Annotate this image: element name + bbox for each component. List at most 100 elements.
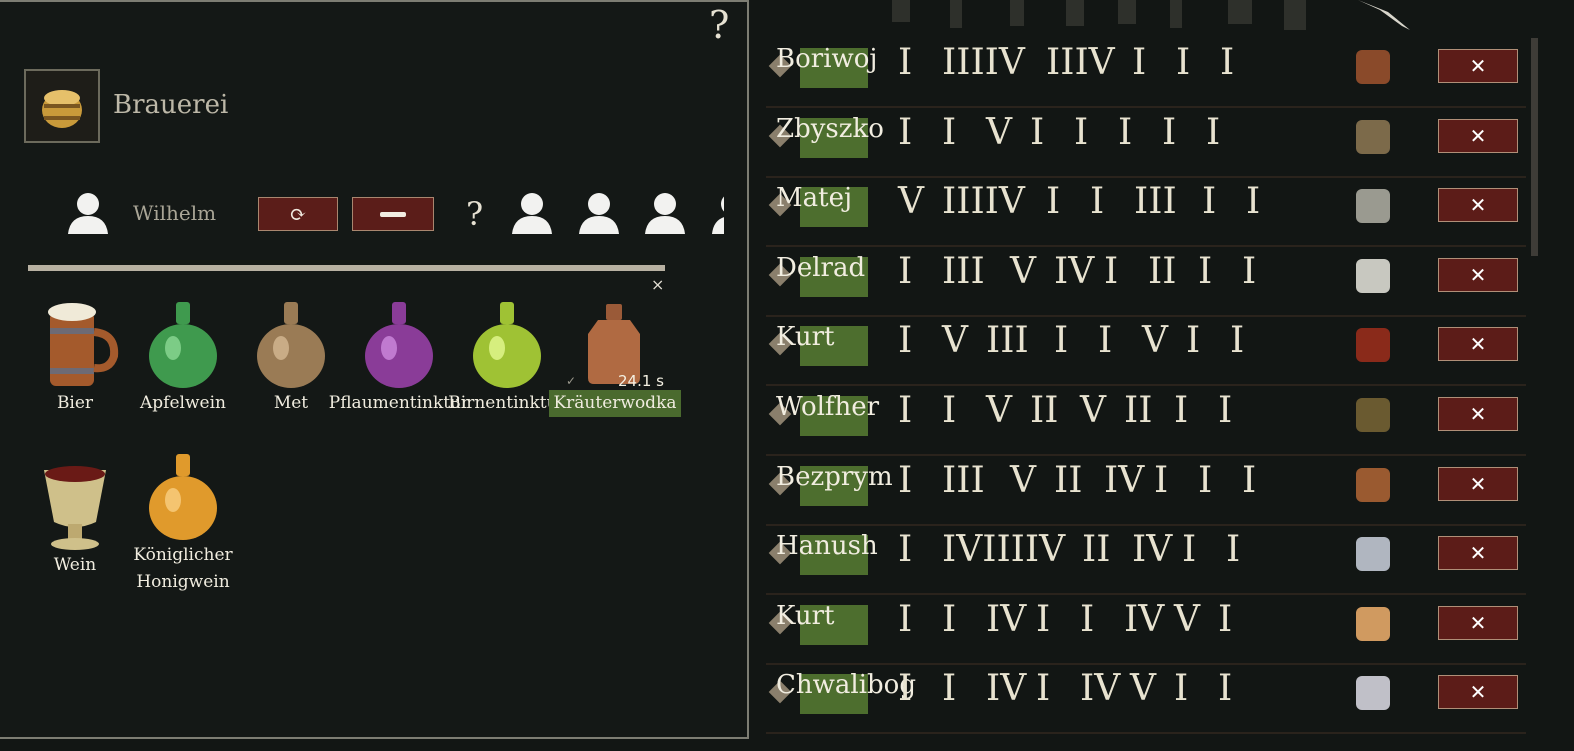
skill-level: III <box>986 320 1029 362</box>
skill-level: I <box>898 598 913 640</box>
cleaver-icon <box>1356 537 1390 572</box>
minus-icon <box>380 211 406 217</box>
worker-row[interactable]: Bezprym I III V II IV I I I ✕ <box>766 454 1526 526</box>
worker-avatar[interactable] <box>64 190 112 238</box>
skill-level: I <box>1242 250 1257 292</box>
skill-level: I <box>898 529 913 571</box>
empty-worker-slot[interactable] <box>708 190 724 238</box>
worker-row[interactable]: Delrad I III V IV I II I I ✕ <box>766 245 1526 317</box>
empty-worker-slot[interactable] <box>508 190 556 238</box>
rooster-icon <box>1356 328 1390 363</box>
dismiss-worker-button[interactable]: ✕ <box>1438 49 1518 83</box>
shield-icon <box>1356 189 1390 224</box>
green-jug-icon <box>149 302 217 388</box>
sickle-icon <box>1356 258 1390 293</box>
worker-row[interactable]: Kurt I V III I I V I I ✕ <box>766 314 1526 387</box>
close-icon[interactable]: × <box>651 275 664 294</box>
dismiss-worker-button[interactable]: ✕ <box>1438 675 1518 710</box>
skill-level: I <box>1074 111 1089 153</box>
dismiss-worker-button[interactable]: ✕ <box>1438 536 1518 571</box>
worker-name: Hanush <box>776 531 878 562</box>
scrollbar[interactable] <box>1531 38 1538 256</box>
skill-level: V <box>898 181 924 223</box>
brown-jug-icon <box>257 302 325 388</box>
production-timer: 24.1 s <box>618 372 664 390</box>
worker-help-button[interactable]: ? <box>466 198 483 230</box>
leather-icon <box>1356 467 1390 502</box>
skill-level: III <box>1134 181 1177 223</box>
deer-icon <box>1356 398 1390 432</box>
building-title: Brauerei <box>113 90 229 120</box>
dismiss-worker-button[interactable]: ✕ <box>1438 466 1518 501</box>
skill-level: I <box>1220 42 1235 83</box>
dismiss-worker-button[interactable]: ✕ <box>1438 257 1518 292</box>
brewery-icon <box>24 69 100 143</box>
skill-level: V <box>1080 390 1106 431</box>
worker-row[interactable]: Matej V IIIIV I I III I I ✕ <box>766 175 1526 248</box>
empty-worker-slot[interactable] <box>641 190 689 238</box>
worker-name: Chwalibog <box>776 670 916 701</box>
skill-level: IIIV <box>1046 42 1115 83</box>
skill-level: I <box>898 111 913 153</box>
skill-level: I <box>1206 111 1221 153</box>
dismiss-worker-button[interactable]: ✕ <box>1438 188 1518 223</box>
wine-cup-icon <box>44 466 106 550</box>
baker-icon <box>1356 606 1390 641</box>
help-button[interactable]: ? <box>709 6 729 44</box>
skill-level: IV <box>1124 598 1165 640</box>
skill-level: I <box>1198 459 1213 501</box>
skill-level: I <box>1246 181 1261 223</box>
skill-level: I <box>942 111 957 153</box>
skill-level: I <box>898 668 913 710</box>
worker-row[interactable]: Hanush I IVIIIIV II IV I I ✕ <box>766 523 1526 596</box>
skill-level: I <box>1090 181 1105 223</box>
dismiss-worker-button[interactable]: ✕ <box>1438 327 1518 362</box>
worker-name: Wilhelm <box>133 201 217 225</box>
skill-level: I <box>1174 668 1189 710</box>
skill-level: I <box>1218 390 1233 431</box>
worker-row[interactable]: Zbyszko I I V I I I I I ✕ <box>766 106 1526 178</box>
skill-level: I <box>1098 320 1113 362</box>
worker-name: Kurt <box>776 600 835 631</box>
skill-level: I <box>1186 320 1201 362</box>
skill-level: I <box>1046 181 1061 223</box>
worker-row[interactable]: Kurt I I IV I I IV V I ✕ <box>766 593 1526 665</box>
skill-level: II <box>1030 390 1059 431</box>
remove-worker-button[interactable] <box>352 197 434 231</box>
skill-level: IVIIIIV <box>942 529 1066 571</box>
recipe-koeniglicher-honigwein[interactable]: Königlicher Honigwein <box>128 450 238 596</box>
empty-worker-slot[interactable] <box>575 190 623 238</box>
skill-level: II <box>1148 250 1177 292</box>
skill-level: I <box>1036 598 1051 640</box>
recipe-kraeuterwodka[interactable]: Kräuterwodka <box>549 298 681 417</box>
skill-level: I <box>898 459 913 501</box>
skill-level: I <box>1174 390 1189 431</box>
recipe-birnentinktur[interactable]: Birnentinktur <box>448 298 566 417</box>
skill-level: IIIIV <box>942 42 1025 83</box>
skill-level: I <box>1132 42 1147 83</box>
worker-name: Boriwoj <box>776 44 878 74</box>
skill-level: I <box>942 598 957 640</box>
skill-level: I <box>1154 459 1169 501</box>
skill-level: II <box>1054 459 1083 501</box>
swap-worker-button[interactable]: ⟳ <box>258 197 338 231</box>
skill-level: I <box>1218 598 1233 640</box>
worker-row[interactable]: Chwalibog I I IV I IV V I I ✕ <box>766 662 1526 735</box>
skill-level: I <box>1036 668 1051 710</box>
skill-level: V <box>1010 459 1036 501</box>
worker-row[interactable]: Boriwoj I IIIIV IIIV I I I ✕ <box>766 36 1526 108</box>
skill-level: I <box>942 390 957 431</box>
dismiss-worker-button[interactable]: ✕ <box>1438 118 1518 153</box>
dismiss-worker-button[interactable]: ✕ <box>1438 397 1518 431</box>
dismiss-worker-button[interactable]: ✕ <box>1438 605 1518 640</box>
skill-level: III <box>942 459 985 501</box>
skill-level: I <box>1080 598 1095 640</box>
recipe-label: Königlicher <box>133 545 233 565</box>
beer-mug-icon <box>48 303 119 386</box>
worker-list: Boriwoj I IIIIV IIIV I I I ✕ Zbyszko I I V I I I I I ✕ Mat… <box>760 0 1574 751</box>
skill-level: I <box>1202 181 1217 223</box>
skill-level: I <box>1230 320 1245 362</box>
worker-row[interactable]: Wolfher I I V II V II I I ✕ <box>766 384 1526 456</box>
skill-level: I <box>1118 111 1133 153</box>
skill-level: I <box>898 390 913 431</box>
